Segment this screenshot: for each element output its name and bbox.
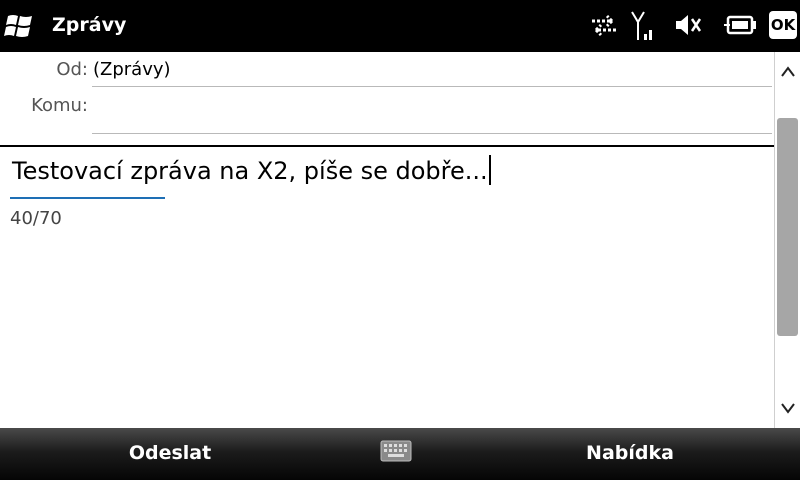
text-caret xyxy=(488,155,491,185)
to-field-divider xyxy=(92,133,772,134)
message-text: Testovací zpráva na X2, píše se dobře... xyxy=(12,157,488,185)
from-field[interactable]: (Zprávy) xyxy=(93,59,171,80)
to-label: Komu: xyxy=(31,95,88,116)
from-label: Od: xyxy=(56,59,88,80)
header-divider xyxy=(0,145,774,147)
to-field[interactable] xyxy=(93,95,771,129)
scroll-down-icon[interactable] xyxy=(780,400,796,416)
character-counter: 40/70 xyxy=(10,208,62,229)
input-underline xyxy=(10,197,165,199)
message-body-input[interactable]: Testovací zpráva na X2, píše se dobře... xyxy=(12,152,772,192)
vertical-scrollbar[interactable] xyxy=(774,52,800,428)
signal-strength-icon[interactable] xyxy=(630,10,656,46)
send-softkey[interactable]: Odeslat xyxy=(60,442,280,464)
scroll-up-icon[interactable] xyxy=(780,64,796,80)
ok-button[interactable]: OK xyxy=(769,11,797,39)
windows-start-icon[interactable] xyxy=(4,11,38,41)
scroll-thumb[interactable] xyxy=(777,118,798,336)
title-bar: Zprávy OK xyxy=(0,0,800,52)
battery-icon[interactable] xyxy=(724,10,758,44)
keyboard-icon[interactable] xyxy=(380,440,412,462)
softkey-bar: Odeslat Nabídka xyxy=(0,428,800,480)
app-title: Zprávy xyxy=(52,14,127,36)
menu-softkey[interactable]: Nabídka xyxy=(520,442,740,464)
from-field-divider xyxy=(92,86,772,87)
connectivity-arrows-icon[interactable] xyxy=(588,10,620,44)
volume-muted-icon[interactable] xyxy=(673,10,703,44)
